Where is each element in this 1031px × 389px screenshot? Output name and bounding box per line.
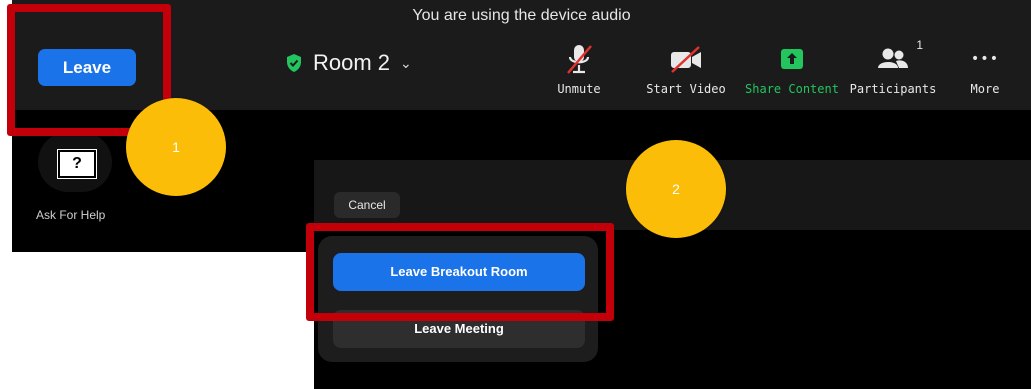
share-content-button[interactable]: Share Content [741,42,843,96]
highlight-box-leave-breakout [306,223,614,321]
room-selector[interactable]: Room 2 ⌄ [285,46,412,80]
unmute-label: Unmute [557,82,601,96]
mic-muted-icon [567,45,592,74]
unmute-button[interactable]: Unmute [549,42,609,96]
more-dots-icon: ••• [970,51,1000,67]
participants-label: Participants [849,82,937,96]
cancel-button[interactable]: Cancel [334,192,400,218]
ask-for-help-label: Ask For Help [36,208,106,222]
more-button[interactable]: ••• More [960,42,1010,96]
help-question-icon: ? [57,149,97,179]
people-icon [878,48,908,68]
share-up-arrow-icon [781,49,803,69]
step-marker-2: 2 [626,140,726,238]
start-video-label: Start Video [646,82,726,96]
video-off-icon [671,46,701,73]
shield-check-icon [287,54,301,72]
start-video-button[interactable]: Start Video [644,42,728,96]
participant-count-badge: 1 [916,38,923,52]
participants-button[interactable]: 1 Participants [849,38,937,96]
share-content-label: Share Content [745,82,839,96]
step-marker-1: 1 [126,98,226,196]
room-name: Room 2 [313,50,391,75]
more-label: More [970,82,1000,96]
chevron-down-icon: ⌄ [400,54,412,71]
